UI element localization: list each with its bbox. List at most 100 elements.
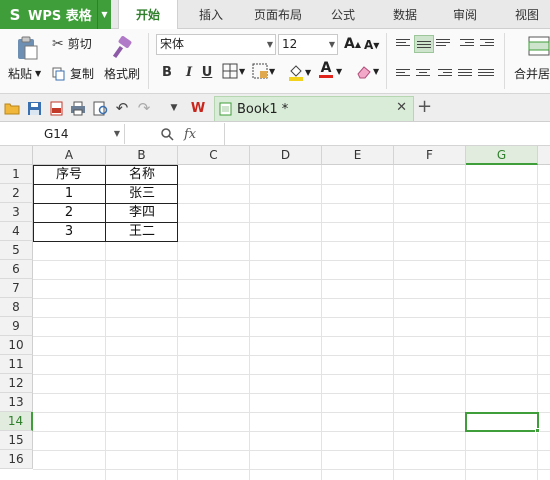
decrease-indent-icon[interactable] bbox=[460, 37, 478, 53]
fill-color-button[interactable]: ▼ bbox=[288, 63, 311, 81]
tab-insert[interactable]: 插入 bbox=[188, 0, 234, 29]
row-header-9[interactable]: 9 bbox=[0, 317, 33, 336]
paste-button[interactable]: 粘贴 ▼ bbox=[8, 65, 41, 82]
justify-icon[interactable] bbox=[458, 67, 476, 83]
format-painter-icon[interactable] bbox=[110, 35, 134, 61]
tab-view[interactable]: 视图 bbox=[504, 0, 550, 29]
fill-handle[interactable] bbox=[535, 428, 540, 433]
chevron-down-icon: ▼ bbox=[269, 66, 276, 76]
formula-input[interactable] bbox=[224, 123, 550, 145]
font-color-icon: A bbox=[320, 60, 332, 76]
merge-center-button[interactable]: 合并居 bbox=[514, 65, 550, 82]
font-name-select[interactable]: 宋体 ▼ bbox=[156, 34, 276, 55]
column-header-e[interactable]: E bbox=[322, 146, 394, 165]
font-color-button[interactable]: A bbox=[318, 61, 334, 78]
row-header-4[interactable]: 4 bbox=[0, 222, 33, 241]
tab-document[interactable]: Book1 * ✕ bbox=[214, 96, 414, 121]
decrease-font-icon[interactable]: A ▼ bbox=[364, 38, 379, 52]
increase-indent-icon[interactable] bbox=[480, 37, 498, 53]
selected-cell[interactable] bbox=[465, 412, 539, 432]
save-icon[interactable] bbox=[26, 100, 42, 116]
column-header-a[interactable]: A bbox=[33, 146, 106, 165]
align-middle-icon[interactable] bbox=[414, 35, 434, 53]
align-top-icon[interactable] bbox=[396, 37, 414, 53]
redo-icon[interactable]: ↷ bbox=[136, 99, 152, 117]
row-header-6[interactable]: 6 bbox=[0, 260, 33, 279]
column-header-next[interactable] bbox=[538, 146, 550, 165]
row-header-2[interactable]: 2 bbox=[0, 184, 33, 203]
copy-label: 复制 bbox=[70, 67, 95, 81]
tab-formulas[interactable]: 公式 bbox=[320, 0, 366, 29]
column-header-d[interactable]: D bbox=[250, 146, 322, 165]
gridline bbox=[33, 393, 550, 394]
open-folder-icon[interactable] bbox=[4, 100, 20, 116]
row-header-5[interactable]: 5 bbox=[0, 241, 33, 260]
merge-format-button[interactable]: ▼ bbox=[252, 63, 275, 79]
print-icon[interactable] bbox=[70, 100, 86, 116]
export-pdf-icon[interactable] bbox=[48, 100, 64, 116]
spreadsheet-grid[interactable]: A B C D E F G 1 2 3 4 5 6 7 8 9 10 11 12… bbox=[0, 146, 550, 480]
paint-bucket-icon bbox=[289, 65, 303, 81]
format-painter-button[interactable]: 格式刷 bbox=[104, 65, 140, 82]
search-icon[interactable] bbox=[160, 127, 174, 141]
cut-button[interactable]: ✂ 剪切 bbox=[52, 35, 92, 52]
row-header-15[interactable]: 15 bbox=[0, 431, 33, 450]
chevron-down-icon: ▼ bbox=[35, 69, 42, 78]
gridline bbox=[33, 298, 550, 299]
row-header-16[interactable]: 16 bbox=[0, 450, 33, 469]
column-header-f[interactable]: F bbox=[394, 146, 466, 165]
scissors-icon: ✂ bbox=[52, 35, 64, 52]
customize-toolbar-icon[interactable]: ▼ bbox=[166, 100, 182, 116]
align-right-icon[interactable] bbox=[438, 67, 456, 83]
select-all-corner[interactable] bbox=[0, 146, 33, 165]
name-box[interactable]: G14 ▼ bbox=[0, 124, 125, 144]
align-bottom-icon[interactable] bbox=[436, 37, 454, 53]
chevron-down-icon: ▼ bbox=[305, 67, 312, 77]
column-header-b[interactable]: B bbox=[106, 146, 178, 165]
bold-button[interactable]: B bbox=[158, 63, 176, 81]
copy-button[interactable]: 复制 bbox=[52, 65, 94, 82]
increase-font-icon[interactable]: A ▲ bbox=[344, 36, 361, 52]
row-header-8[interactable]: 8 bbox=[0, 298, 33, 317]
add-tab-icon[interactable]: + bbox=[417, 96, 432, 117]
chevron-down-icon: ▼ bbox=[328, 40, 335, 49]
borders-button[interactable]: ▼ bbox=[222, 63, 245, 79]
spreadsheet-file-icon bbox=[219, 102, 232, 116]
font-name-value: 宋体 bbox=[160, 37, 185, 51]
font-size-select[interactable]: 12 ▼ bbox=[278, 34, 338, 55]
tab-review[interactable]: 审阅 bbox=[442, 0, 488, 29]
row-header-13[interactable]: 13 bbox=[0, 393, 33, 412]
italic-button[interactable]: I bbox=[180, 63, 198, 81]
app-menu-button[interactable]: S WPS 表格 ▼ bbox=[0, 0, 111, 29]
row-header-10[interactable]: 10 bbox=[0, 336, 33, 355]
align-center-icon[interactable] bbox=[416, 67, 434, 83]
formula-bar: G14 ▼ fx bbox=[0, 122, 550, 146]
undo-icon[interactable]: ↶ bbox=[114, 99, 130, 117]
row-header-12[interactable]: 12 bbox=[0, 374, 33, 393]
merge-cells-icon[interactable] bbox=[528, 35, 550, 57]
clear-format-button[interactable]: ▼ bbox=[356, 63, 379, 79]
underline-button[interactable]: U bbox=[198, 63, 216, 81]
wps-logo-icon: S bbox=[9, 5, 21, 24]
insert-function-button[interactable]: fx bbox=[184, 127, 196, 142]
close-icon[interactable]: ✕ bbox=[396, 100, 407, 115]
print-preview-icon[interactable] bbox=[92, 100, 108, 116]
row-header-14[interactable]: 14 bbox=[0, 412, 33, 431]
row-header-7[interactable]: 7 bbox=[0, 279, 33, 298]
column-header-c[interactable]: C bbox=[178, 146, 250, 165]
chevron-down-icon: ▼ bbox=[113, 129, 120, 138]
row-header-3[interactable]: 3 bbox=[0, 203, 33, 222]
row-header-11[interactable]: 11 bbox=[0, 355, 33, 374]
chevron-down-icon[interactable]: ▼ bbox=[336, 67, 342, 76]
column-header-g[interactable]: G bbox=[466, 146, 538, 165]
tab-data[interactable]: 数据 bbox=[382, 0, 428, 29]
grid-format-icon bbox=[252, 63, 268, 79]
wps-w-icon[interactable]: W bbox=[190, 100, 206, 116]
row-header-1[interactable]: 1 bbox=[0, 165, 33, 184]
paste-icon[interactable] bbox=[10, 35, 44, 61]
chevron-down-icon[interactable]: ▼ bbox=[97, 0, 111, 29]
distributed-align-icon[interactable] bbox=[478, 67, 496, 83]
align-left-icon[interactable] bbox=[396, 67, 414, 83]
tab-home[interactable]: 开始 bbox=[118, 0, 178, 30]
tab-page-layout[interactable]: 页面布局 bbox=[246, 0, 310, 29]
